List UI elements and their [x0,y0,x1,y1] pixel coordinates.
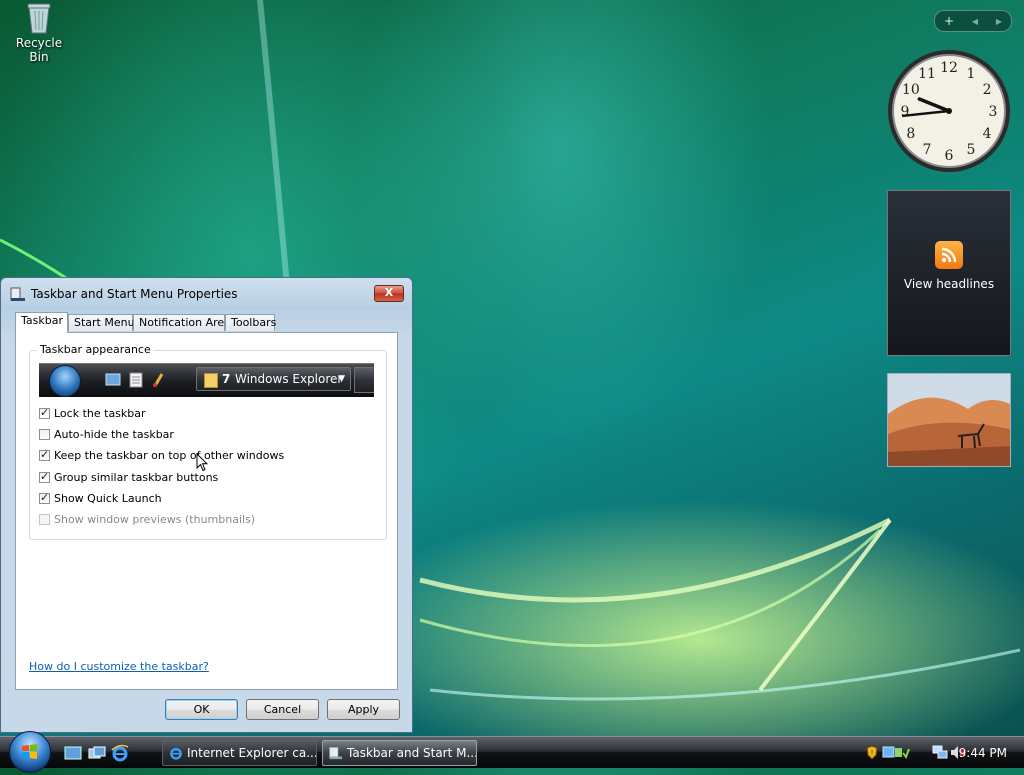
close-button[interactable]: X [374,285,404,302]
task-label: Internet Explorer ca... [187,746,317,760]
windows-update-icon[interactable] [882,745,910,760]
clock-number: 11 [918,66,936,82]
show-desktop-icon [105,373,121,386]
internet-explorer-icon[interactable] [111,744,129,762]
start-button[interactable] [9,731,51,773]
option-lock-taskbar[interactable]: Lock the taskbar [39,405,146,421]
dialog-titlebar[interactable]: Taskbar and Start Menu Properties X [1,278,412,308]
paint-icon [153,373,164,387]
taskbar-button-internet-explorer[interactable]: Internet Explorer ca... [162,740,317,766]
clock-number: 3 [989,104,998,120]
notification-area: ! 9:44 PM [856,737,1024,768]
preview-task-label: Windows Explorer [235,372,343,386]
recycle-bin[interactable]: Recycle Bin [6,2,72,64]
task-label: Taskbar and Start M... [347,746,477,760]
clock-number: 1 [967,66,976,82]
option-label: Show Quick Launch [54,491,162,505]
tab-taskbar[interactable]: Taskbar [15,312,68,333]
clock-gadget[interactable]: 12 12 3 45678 9 1011 [886,48,1012,174]
tab-notification-area[interactable]: Notification Area [133,314,231,331]
option-label: Auto-hide the taskbar [54,427,174,441]
taskbar-properties-icon [329,747,343,760]
preview-task-count: 7 [222,372,231,386]
slideshow-image [888,374,1010,466]
option-label: Group similar taskbar buttons [54,470,219,484]
preview-task-button-2 [354,367,374,393]
checkbox [39,513,50,525]
option-label: Lock the taskbar [54,406,146,420]
clock-number: 4 [983,126,992,142]
checkbox[interactable] [39,491,50,504]
clock-number: 7 [923,142,932,158]
mouse-cursor-icon [196,453,208,472]
apply-button[interactable]: Apply [327,699,400,720]
security-shield-icon[interactable]: ! [866,745,878,760]
feed-label: View headlines [903,277,995,291]
option-auto-hide[interactable]: Auto-hide the taskbar [39,426,174,442]
sidebar-controls: + ◀ ▶ [934,10,1012,32]
system-clock[interactable]: 9:44 PM [959,746,1007,760]
clock-number: 9 [901,104,910,120]
option-label: Show window previews (thumbnails) [54,512,256,526]
folder-icon [204,373,218,388]
group-label: Taskbar appearance [37,343,154,356]
recycle-bin-label: Recycle Bin [15,36,63,64]
option-label: Keep the taskbar on top of other windows [54,448,285,462]
notepad-icon [129,372,143,388]
clock-number: 8 [906,126,915,142]
option-keep-on-top[interactable]: Keep the taskbar on top of other windows [39,447,284,463]
checkbox[interactable] [39,448,50,461]
clock-number: 10 [902,82,920,98]
start-orb-icon [49,365,81,397]
rss-icon [935,241,963,269]
clock-number: 6 [945,148,954,164]
taskbar-appearance-group: Taskbar appearance 7 Windows Explorer ▼ … [29,343,387,540]
checkbox[interactable] [39,470,50,483]
help-link[interactable]: How do I customize the taskbar? [29,660,209,673]
prev-page-button[interactable]: ◀ [972,17,978,26]
clock-number: 12 [940,60,958,76]
preview-task-button: 7 Windows Explorer ▼ [196,367,351,391]
clock-number: 5 [967,142,976,158]
cancel-button[interactable]: Cancel [246,699,319,720]
recycle-bin-icon [27,3,51,34]
option-window-previews: Show window previews (thumbnails) [39,511,255,527]
tab-toolbars[interactable]: Toolbars [225,314,276,331]
checkbox[interactable] [39,428,50,440]
clock-number: 2 [983,82,992,98]
ok-button[interactable]: OK [165,699,238,720]
chevron-down-icon: ▼ [338,374,345,384]
feed-headlines-gadget[interactable]: View headlines [887,190,1011,356]
add-gadget-button[interactable]: + [944,14,954,28]
option-quick-launch[interactable]: Show Quick Launch [39,490,162,506]
checkbox[interactable] [39,406,50,419]
taskbar-preview-image: 7 Windows Explorer ▼ [39,363,374,397]
option-group-similar[interactable]: Group similar taskbar buttons [39,469,218,485]
taskbar: Internet Explorer ca... Taskbar and Star… [0,731,1024,773]
taskbar-properties-icon [10,287,25,301]
network-icon[interactable] [932,745,948,760]
internet-explorer-icon [170,747,182,760]
switch-windows-icon[interactable] [88,746,106,761]
slideshow-gadget[interactable] [887,373,1011,467]
taskbar-button-taskbar-properties[interactable]: Taskbar and Start M... [322,740,477,766]
next-page-button[interactable]: ▶ [996,17,1002,26]
dialog-title: Taskbar and Start Menu Properties [31,287,238,301]
svg-text:!: ! [871,749,874,757]
windows-logo-icon [22,744,37,759]
tab-panel-taskbar: Taskbar appearance 7 Windows Explorer ▼ … [15,332,398,690]
show-desktop-icon[interactable] [64,746,82,761]
taskbar-properties-dialog: Taskbar and Start Menu Properties X Task… [0,277,413,733]
tab-start-menu[interactable]: Start Menu [68,314,135,331]
